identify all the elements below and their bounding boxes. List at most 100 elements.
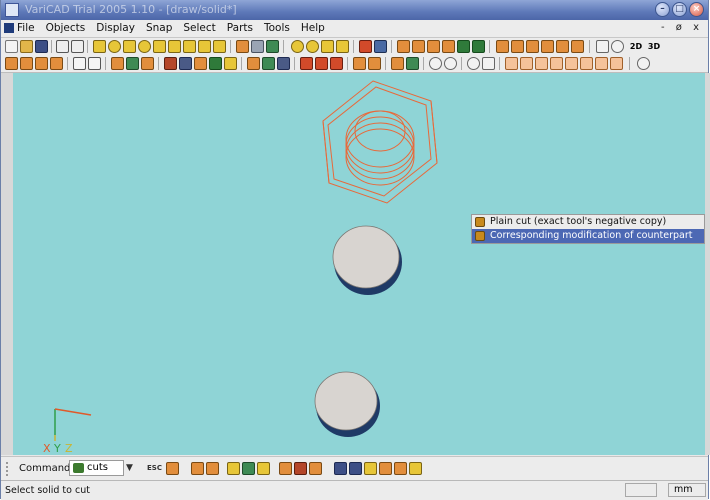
menu-parts[interactable]: Parts [227,22,253,34]
new-file-icon[interactable] [5,40,18,53]
solid-sphere-icon[interactable] [138,40,151,53]
mdi-controls[interactable]: - ø x [661,22,703,33]
solid-loft-icon[interactable] [198,40,211,53]
view-back-icon[interactable] [556,40,569,53]
solid-delete-icon[interactable] [294,462,307,475]
cut-icon[interactable] [359,40,372,53]
snap-point-icon[interactable] [353,57,366,70]
cylinder-solid-upper[interactable] [332,225,402,295]
cut-hole-icon[interactable] [394,462,407,475]
draw-polyline-icon[interactable] [50,57,63,70]
zoom-previous-icon[interactable] [637,57,650,70]
solid-prism-icon[interactable] [153,40,166,53]
group-icon[interactable] [391,57,404,70]
hole-icon[interactable] [291,40,304,53]
boolean-subtract-icon[interactable] [251,40,264,53]
snap-center-icon[interactable] [368,57,381,70]
render-1-icon[interactable] [505,57,518,70]
offset-icon[interactable] [141,57,154,70]
viewport-canvas[interactable]: X Y Z [13,73,705,455]
menu-file[interactable]: File [17,22,35,34]
solid-select-icon[interactable] [166,462,179,475]
cut-tool-icon[interactable] [334,462,347,475]
scale-icon[interactable] [427,40,440,53]
bom-icon[interactable] [277,57,290,70]
render-6-icon[interactable] [580,57,593,70]
view-side-icon[interactable] [526,40,539,53]
boolean-intersect-icon[interactable] [266,40,279,53]
render-5-icon[interactable] [565,57,578,70]
chevron-down-icon[interactable]: ▼ [126,463,133,473]
rectangle-icon[interactable] [73,57,86,70]
thread-icon[interactable] [306,40,319,53]
view-2d-button[interactable]: 2D [628,40,644,53]
cut-thread-icon[interactable] [379,462,392,475]
view-front-icon[interactable] [496,40,509,53]
model-viewport[interactable]: X Y Z [13,73,705,455]
cut-groove-icon[interactable] [364,462,377,475]
move-icon[interactable] [397,40,410,53]
array-icon[interactable] [472,40,485,53]
chamfer-icon[interactable] [336,40,349,53]
render-7-icon[interactable] [595,57,608,70]
ungroup-icon[interactable] [406,57,419,70]
render-4-icon[interactable] [550,57,563,70]
layer-icon[interactable] [179,57,192,70]
open-folder-icon[interactable] [20,40,33,53]
menu-tools[interactable]: Tools [264,22,290,34]
zoom-window-icon[interactable] [596,40,609,53]
copy-icon[interactable] [457,40,470,53]
solid-revolve-icon[interactable] [183,40,196,53]
grip-handle[interactable] [6,462,10,476]
draw-circle-icon[interactable] [35,57,48,70]
boolean-add-icon[interactable] [236,40,249,53]
draw-line-icon[interactable] [5,57,18,70]
view-top-icon[interactable] [511,40,524,53]
menu-select[interactable]: Select [183,22,215,34]
solid-edit-icon[interactable] [309,462,322,475]
delete-icon[interactable] [164,57,177,70]
render-3-icon[interactable] [535,57,548,70]
view-iso-icon[interactable] [541,40,554,53]
solid-info-icon[interactable] [227,462,240,475]
view-bottom-icon[interactable] [571,40,584,53]
hex-nut-wireframe[interactable] [322,80,438,204]
fillet-icon[interactable] [321,40,334,53]
trim-icon[interactable] [111,57,124,70]
menu-display[interactable]: Display [96,22,135,34]
draw-arc-icon[interactable] [20,57,33,70]
menu-snap[interactable]: Snap [146,22,172,34]
maximize-icon[interactable]: □ [672,2,687,17]
solid-add-icon[interactable] [191,462,204,475]
popup-item-modify-counterpart[interactable]: Corresponding modification of counterpar… [472,229,704,243]
zoom-icon[interactable] [611,40,624,53]
section-icon[interactable] [300,57,313,70]
dimension-icon[interactable] [209,57,222,70]
measure-icon[interactable] [374,40,387,53]
cut-finish-icon[interactable] [409,462,422,475]
menu-objects[interactable]: Objects [46,22,86,34]
frame-icon[interactable] [88,57,101,70]
redo-icon[interactable] [71,40,84,53]
mirror-icon[interactable] [442,40,455,53]
extend-icon[interactable] [126,57,139,70]
zoom-out-icon[interactable] [444,57,457,70]
solid-box-icon[interactable] [93,40,106,53]
text-icon[interactable] [224,57,237,70]
hatch-icon[interactable] [194,57,207,70]
solid-cone-icon[interactable] [123,40,136,53]
assembly-icon[interactable] [247,57,260,70]
solid-extrude-icon[interactable] [168,40,181,53]
command-input[interactable]: cuts [69,460,124,476]
cross-section-icon[interactable] [315,57,328,70]
rotate-icon[interactable] [412,40,425,53]
solid-split-icon[interactable] [279,462,292,475]
solid-copy-icon[interactable] [257,462,270,475]
cylinder-solid-lower[interactable] [314,371,380,437]
minimize-icon[interactable]: – [655,2,670,17]
solid-cylinder-icon[interactable] [108,40,121,53]
insert-part-icon[interactable] [262,57,275,70]
view-3d-button[interactable]: 3D [646,40,662,53]
menu-help[interactable]: Help [301,22,325,34]
escape-button[interactable]: ESC [147,464,162,472]
